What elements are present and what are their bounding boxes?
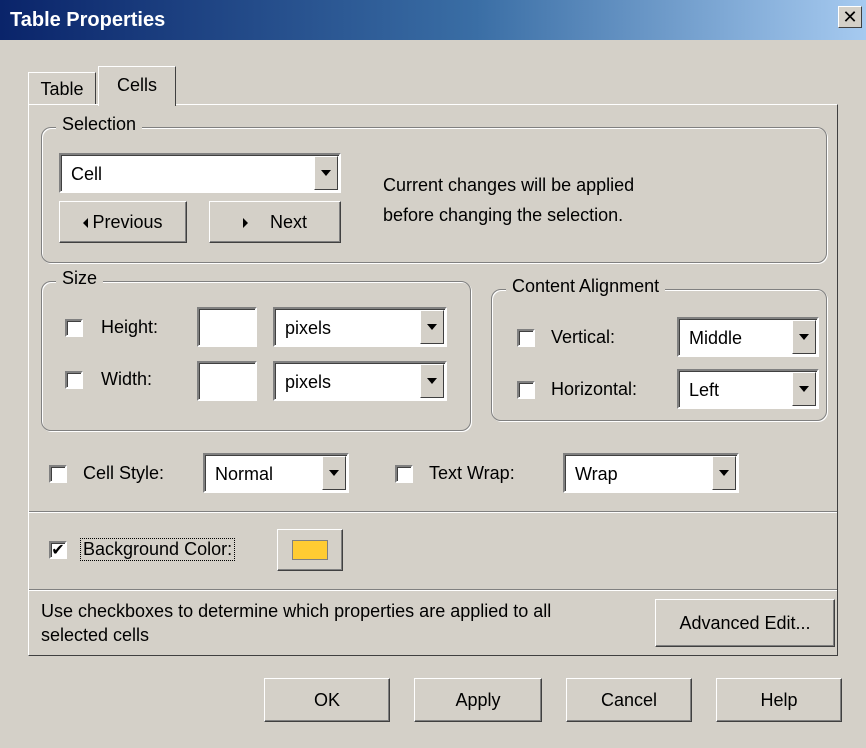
ok-button-label: OK <box>313 690 340 710</box>
chevron-down-icon <box>799 334 809 340</box>
chevron-down-icon <box>799 386 809 392</box>
selection-info-line2: before changing the selection. <box>383 205 624 225</box>
tab-cells[interactable]: Cells <box>98 66 176 106</box>
horizontal-value: Left <box>689 380 720 400</box>
window-title: Table Properties <box>10 9 166 31</box>
height-checkbox[interactable] <box>65 319 83 337</box>
size-group-label: Size <box>56 268 104 289</box>
width-unit-dropdown-button[interactable] <box>420 364 444 398</box>
cell-style-checkbox[interactable] <box>49 465 67 483</box>
previous-button-label: Previous <box>92 212 163 232</box>
next-button[interactable]: Next <box>209 201 341 243</box>
cell-style-label: Cell Style: <box>83 463 165 483</box>
text-wrap-dropdown[interactable]: Wrap <box>563 453 739 493</box>
horizontal-checkbox[interactable] <box>517 381 535 399</box>
selection-dropdown-value: Cell <box>71 164 103 184</box>
width-checkbox[interactable] <box>65 371 83 389</box>
height-label: Height: <box>101 317 159 337</box>
content-alignment-group-label: Content Alignment <box>506 276 666 297</box>
chevron-down-icon <box>427 324 437 330</box>
checkmark-icon: ✔ <box>51 540 65 559</box>
title-bar: Table Properties ✕ <box>0 0 866 40</box>
selection-dropdown[interactable]: Cell <box>59 153 341 193</box>
apply-button-label: Apply <box>455 690 501 710</box>
advanced-edit-label: Advanced Edit... <box>679 613 811 633</box>
width-label: Width: <box>101 369 153 389</box>
apply-button[interactable]: Apply <box>414 678 542 722</box>
height-unit-value: pixels <box>285 318 332 338</box>
vertical-value: Middle <box>689 328 743 348</box>
ok-button[interactable]: OK <box>264 678 390 722</box>
vertical-label: Vertical: <box>551 327 616 347</box>
horizontal-dropdown[interactable]: Left <box>677 369 819 409</box>
next-arrow-icon <box>242 218 248 229</box>
selection-dropdown-button[interactable] <box>314 156 338 190</box>
close-icon: ✕ <box>842 7 858 28</box>
size-group: Size <box>41 268 471 431</box>
chevron-down-icon <box>719 470 729 476</box>
vertical-dropdown[interactable]: Middle <box>677 317 819 357</box>
hint-line1: Use checkboxes to determine which proper… <box>41 601 552 621</box>
tab-table-label: Table <box>40 79 84 99</box>
divider <box>29 511 837 513</box>
color-swatch <box>292 540 328 560</box>
height-unit-dropdown[interactable]: pixels <box>273 307 447 347</box>
width-input[interactable] <box>197 361 257 401</box>
text-wrap-dropdown-button[interactable] <box>712 456 736 490</box>
next-button-label: Next <box>269 212 307 232</box>
height-input[interactable] <box>197 307 257 347</box>
chevron-down-icon <box>329 470 339 476</box>
text-wrap-label: Text Wrap: <box>429 463 515 483</box>
width-unit-value: pixels <box>285 372 332 392</box>
width-unit-dropdown[interactable]: pixels <box>273 361 447 401</box>
help-button[interactable]: Help <box>716 678 842 722</box>
advanced-edit-button[interactable]: Advanced Edit... <box>655 599 835 647</box>
text-wrap-checkbox[interactable] <box>395 465 413 483</box>
help-button-label: Help <box>760 690 798 710</box>
text-wrap-value: Wrap <box>575 464 618 484</box>
close-button[interactable]: ✕ <box>838 6 862 28</box>
background-color-button[interactable] <box>277 529 343 571</box>
cell-style-dropdown[interactable]: Normal <box>203 453 349 493</box>
tab-table[interactable]: Table <box>28 72 96 104</box>
chevron-down-icon <box>427 378 437 384</box>
previous-arrow-icon <box>83 218 89 229</box>
vertical-checkbox[interactable] <box>517 329 535 347</box>
divider <box>29 589 837 591</box>
chevron-down-icon <box>321 170 331 176</box>
cancel-button-label: Cancel <box>600 690 658 710</box>
horizontal-dropdown-button[interactable] <box>792 372 816 406</box>
height-unit-dropdown-button[interactable] <box>420 310 444 344</box>
background-color-checkbox[interactable]: ✔ <box>49 541 67 559</box>
background-color-label: Background Color: <box>79 538 236 561</box>
previous-button[interactable]: Previous <box>59 201 187 243</box>
horizontal-label: Horizontal: <box>551 379 638 399</box>
cells-tab-panel: Selection Cell Previous Next Current cha… <box>28 104 838 656</box>
cell-style-value: Normal <box>215 464 274 484</box>
cell-style-dropdown-button[interactable] <box>322 456 346 490</box>
tab-cells-label: Cells <box>116 75 157 95</box>
cancel-button[interactable]: Cancel <box>566 678 692 722</box>
vertical-dropdown-button[interactable] <box>792 320 816 354</box>
selection-info-line1: Current changes will be applied <box>383 175 635 195</box>
selection-group-label: Selection <box>56 114 143 135</box>
hint-line2: selected cells <box>41 625 150 645</box>
